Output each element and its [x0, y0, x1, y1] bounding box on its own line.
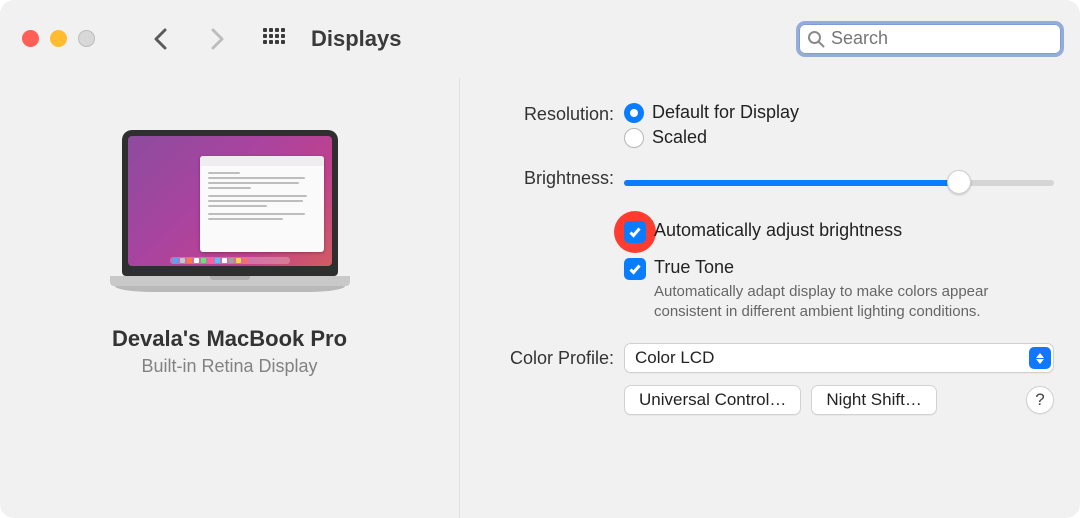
search-input[interactable]	[831, 28, 1053, 49]
zoom-window-button	[78, 30, 95, 47]
settings-panel: Resolution: Default for Display Scaled B…	[460, 78, 1080, 518]
displays-preferences-window: Displays	[0, 0, 1080, 518]
pane-title: Displays	[311, 26, 402, 52]
true-tone-description: Automatically adapt display to make colo…	[654, 282, 1054, 321]
help-button[interactable]: ?	[1026, 386, 1054, 414]
brightness-slider[interactable]	[624, 172, 1054, 192]
checkbox-label: Automatically adjust brightness	[654, 220, 902, 241]
radio-label: Default for Display	[652, 102, 799, 123]
minimize-window-button[interactable]	[50, 30, 67, 47]
display-preview-panel: Devala's MacBook Pro Built-in Retina Dis…	[0, 78, 460, 518]
resolution-scaled-radio[interactable]: Scaled	[624, 127, 1054, 148]
night-shift-button[interactable]: Night Shift…	[811, 385, 936, 415]
checkbox-checked-icon	[624, 221, 646, 243]
close-window-button[interactable]	[22, 30, 39, 47]
resolution-label: Resolution:	[484, 102, 614, 152]
chevron-right-icon	[211, 28, 225, 50]
checkbox-checked-icon	[624, 258, 646, 280]
select-caret-icon	[1029, 347, 1051, 369]
back-button[interactable]	[143, 22, 177, 56]
universal-control-button[interactable]: Universal Control…	[624, 385, 801, 415]
laptop-illustration	[110, 130, 350, 292]
search-icon	[807, 30, 825, 48]
radio-label: Scaled	[652, 127, 707, 148]
color-profile-label: Color Profile:	[484, 348, 614, 369]
window-controls	[22, 30, 95, 47]
color-profile-row: Color Profile: Color LCD	[484, 343, 1054, 373]
true-tone-checkbox[interactable]: True Tone	[624, 257, 1054, 280]
device-subtitle: Built-in Retina Display	[141, 356, 317, 377]
auto-brightness-checkbox[interactable]: Automatically adjust brightness	[624, 220, 1054, 243]
slider-thumb[interactable]	[947, 170, 971, 194]
button-bar: Universal Control… Night Shift… ?	[624, 385, 1054, 415]
brightness-row: Brightness:	[484, 166, 1054, 192]
auto-brightness-row: Automatically adjust brightness	[624, 220, 1054, 243]
select-value: Color LCD	[635, 348, 714, 368]
radio-selected-icon	[624, 103, 644, 123]
nav-buttons	[143, 22, 235, 56]
radio-unselected-icon	[624, 128, 644, 148]
true-tone-row: True Tone Automatically adapt display to…	[624, 257, 1054, 321]
brightness-label: Brightness:	[484, 166, 614, 192]
resolution-default-radio[interactable]: Default for Display	[624, 102, 1054, 123]
color-profile-select[interactable]: Color LCD	[624, 343, 1054, 373]
resolution-row: Resolution: Default for Display Scaled	[484, 102, 1054, 152]
chevron-left-icon	[153, 28, 167, 50]
slider-fill	[624, 180, 959, 186]
show-all-prefs-button[interactable]	[263, 28, 285, 50]
toolbar: Displays	[0, 0, 1080, 78]
device-name: Devala's MacBook Pro	[112, 326, 347, 352]
checkbox-label: True Tone	[654, 257, 734, 278]
search-field[interactable]	[796, 21, 1064, 57]
forward-button	[201, 22, 235, 56]
content: Devala's MacBook Pro Built-in Retina Dis…	[0, 78, 1080, 518]
help-icon: ?	[1035, 390, 1044, 410]
